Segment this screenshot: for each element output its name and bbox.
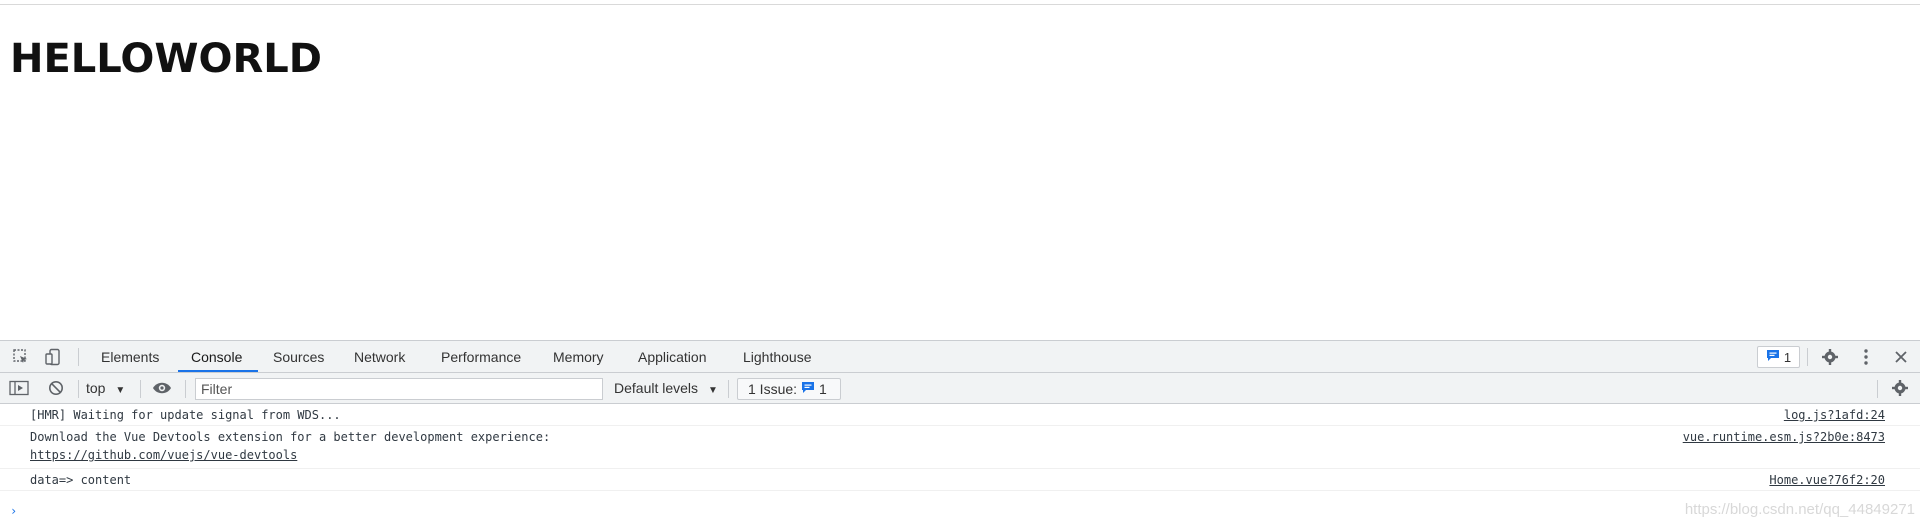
issue-chat-icon bbox=[1766, 349, 1780, 365]
tabbar-separator bbox=[78, 348, 79, 366]
console-message: data=> content Home.vue?76f2:20 bbox=[0, 469, 1920, 491]
console-settings-gear-icon[interactable] bbox=[1889, 378, 1911, 398]
console-message: [HMR] Waiting for update signal from WDS… bbox=[0, 404, 1920, 426]
page-heading: HELLOWORLD bbox=[10, 36, 322, 82]
console-output: [HMR] Waiting for update signal from WDS… bbox=[0, 404, 1920, 532]
issue-counter-button[interactable]: 1 Issue: 1 bbox=[737, 378, 841, 400]
tab-elements[interactable]: Elements bbox=[99, 341, 161, 373]
context-selector-value: top bbox=[86, 380, 106, 396]
filter-input[interactable] bbox=[195, 378, 603, 400]
live-expression-eye-icon[interactable] bbox=[150, 378, 174, 398]
clear-console-icon[interactable] bbox=[45, 378, 67, 398]
toolbar-separator bbox=[185, 380, 186, 398]
active-tab-indicator bbox=[178, 370, 258, 372]
console-message-text: data=> content bbox=[30, 473, 132, 487]
console-message-url-link[interactable]: https://github.com/vuejs/vue-devtools bbox=[30, 448, 297, 462]
inspect-element-icon[interactable] bbox=[10, 347, 32, 367]
sidebar-toggle-icon[interactable] bbox=[8, 378, 30, 398]
console-message-source-link[interactable]: log.js?1afd:24 bbox=[1784, 408, 1885, 422]
console-prompt-chevron-icon[interactable]: › bbox=[10, 504, 17, 518]
chevron-down-icon: ▼ bbox=[115, 385, 126, 396]
device-toolbar-icon[interactable] bbox=[42, 347, 64, 367]
tab-performance[interactable]: Performance bbox=[439, 341, 523, 373]
console-message-source-link[interactable]: vue.runtime.esm.js?2b0e:8473 bbox=[1683, 430, 1885, 444]
log-levels-dropdown[interactable]: Default levels ▼ bbox=[614, 373, 718, 404]
tab-memory[interactable]: Memory bbox=[551, 341, 606, 373]
toolbar-separator bbox=[140, 380, 141, 398]
toolbar-separator-right bbox=[1877, 380, 1878, 398]
watermark-text: https://blog.csdn.net/qq_44849271 bbox=[1684, 501, 1915, 518]
issues-badge-button[interactable]: 1 bbox=[1757, 346, 1800, 368]
issues-badge-count: 1 bbox=[1783, 349, 1792, 365]
issue-counter-label: 1 Issue: bbox=[748, 381, 798, 397]
console-message-text: [HMR] Waiting for update signal from WDS… bbox=[30, 408, 341, 422]
tab-sources[interactable]: Sources bbox=[271, 341, 326, 373]
log-levels-value: Default levels bbox=[614, 380, 699, 396]
tab-console[interactable]: Console bbox=[189, 341, 244, 373]
close-icon[interactable] bbox=[1890, 347, 1912, 367]
settings-gear-icon[interactable] bbox=[1819, 347, 1841, 367]
console-message: Download the Vue Devtools extension for … bbox=[0, 426, 1920, 469]
console-message-source-link[interactable]: Home.vue?76f2:20 bbox=[1769, 473, 1885, 487]
toolbar-separator bbox=[728, 380, 729, 398]
console-toolbar: top ▼ Default levels ▼ 1 Issue: 1 bbox=[0, 373, 1920, 404]
tab-network[interactable]: Network bbox=[352, 341, 407, 373]
tabbar-separator-right bbox=[1807, 348, 1808, 366]
issue-counter-count: 1 bbox=[819, 381, 827, 397]
chevron-down-icon: ▼ bbox=[707, 385, 718, 396]
devtools-tabbar: Elements Console Sources Network Perform… bbox=[0, 341, 1920, 373]
console-message-text: Download the Vue Devtools extension for … bbox=[30, 430, 551, 444]
tab-application[interactable]: Application bbox=[636, 341, 709, 373]
page-top-divider bbox=[0, 4, 1920, 5]
devtools-panel: Elements Console Sources Network Perform… bbox=[0, 340, 1920, 531]
more-options-icon[interactable] bbox=[1855, 347, 1877, 367]
toolbar-separator bbox=[78, 380, 79, 398]
issue-chat-icon bbox=[801, 381, 815, 397]
tab-lighthouse[interactable]: Lighthouse bbox=[741, 341, 814, 373]
context-selector[interactable]: top ▼ bbox=[86, 373, 125, 404]
